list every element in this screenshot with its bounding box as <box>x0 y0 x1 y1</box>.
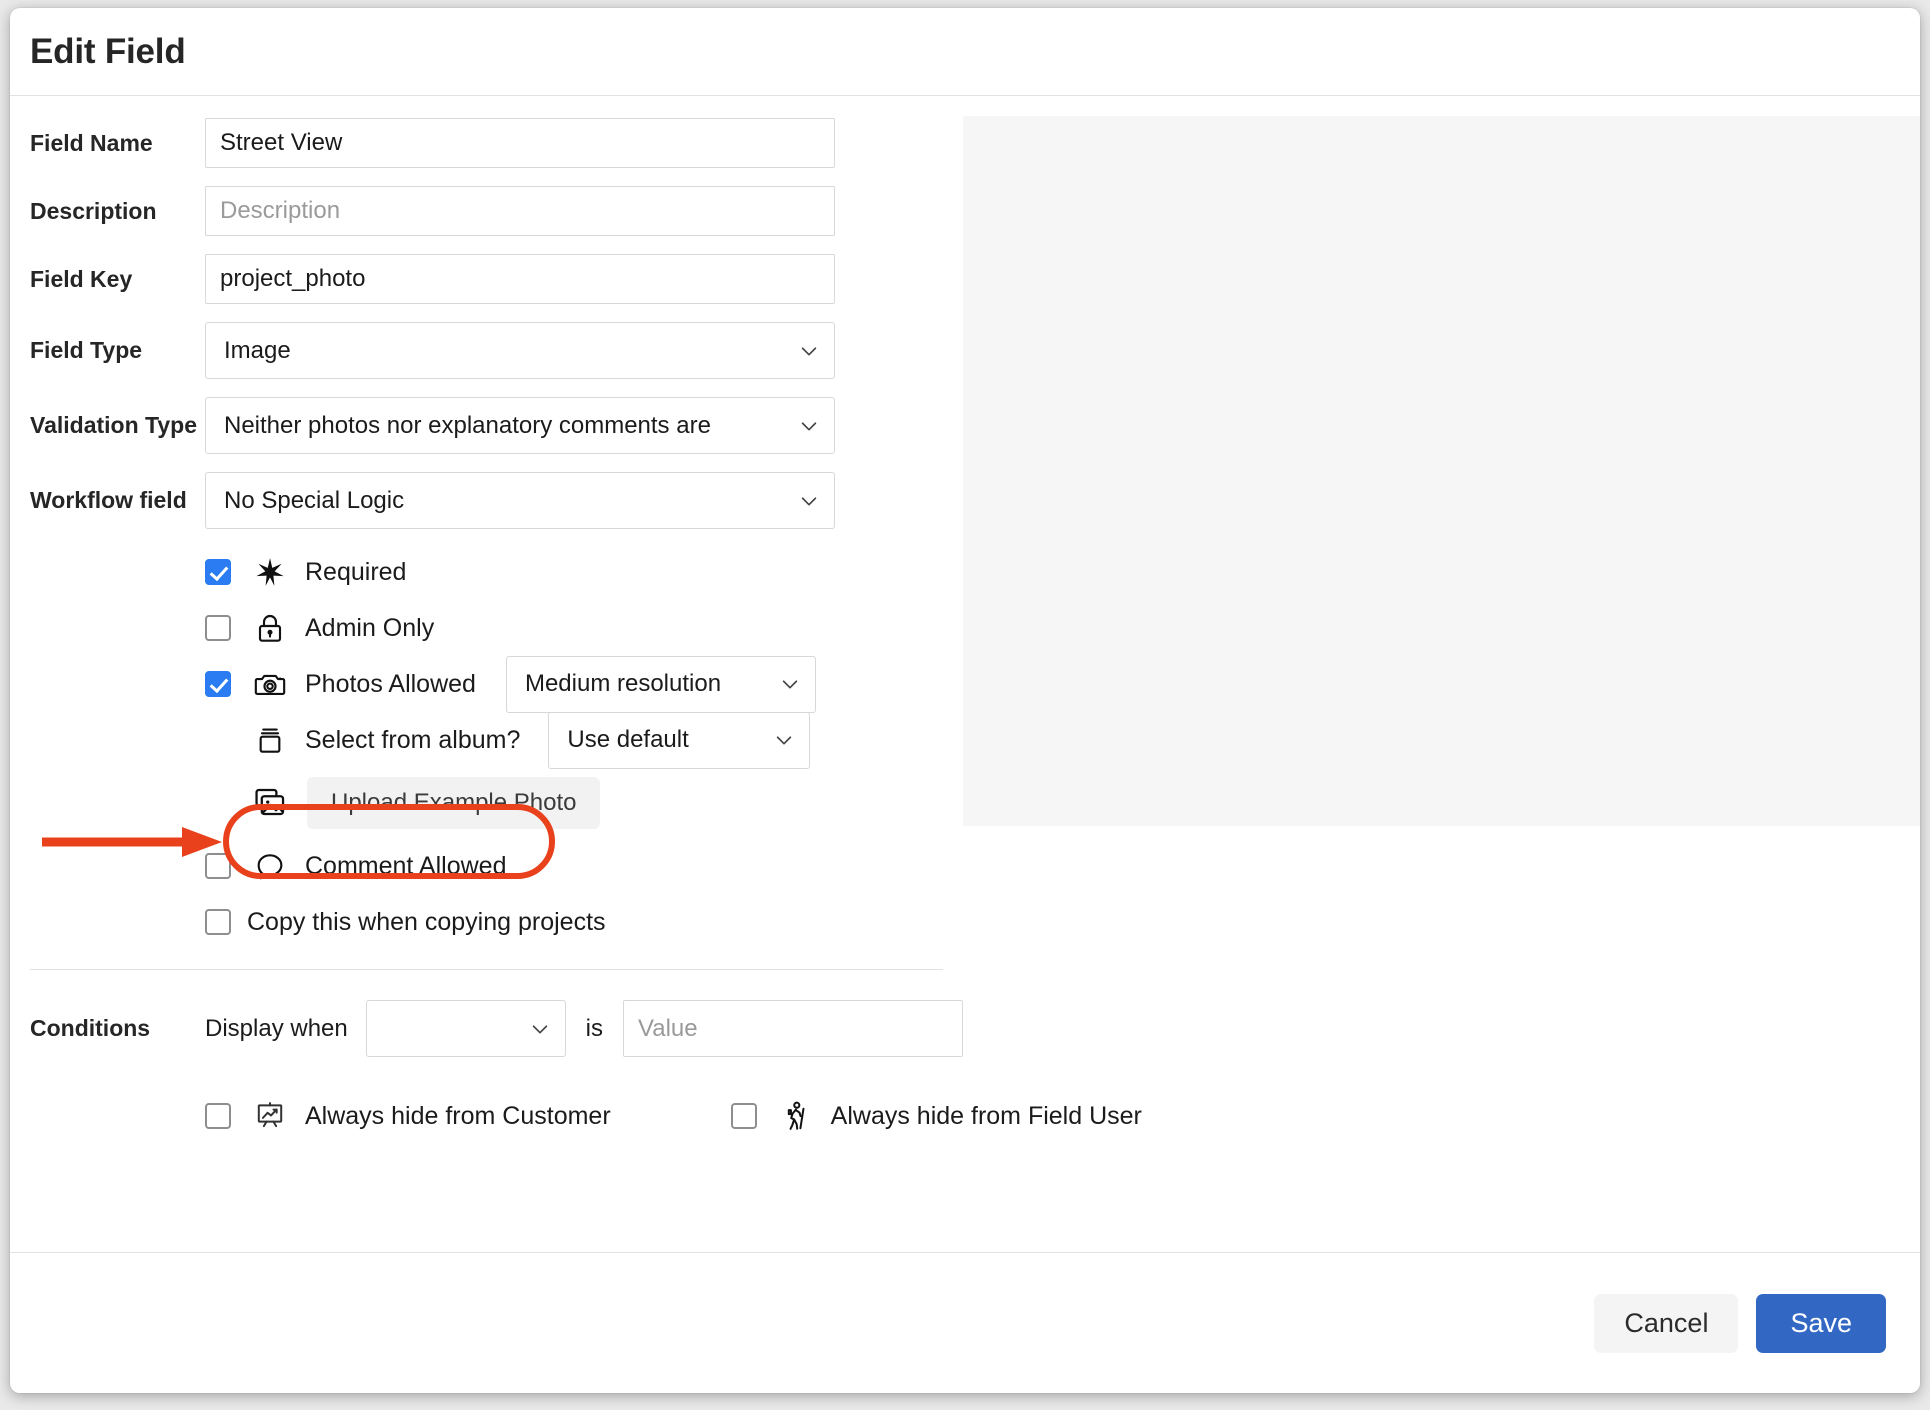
photo-resolution-select[interactable]: Medium resolution <box>505 655 816 713</box>
chevron-down-icon <box>798 340 820 362</box>
hide-from-field-user-checkbox[interactable] <box>730 1103 757 1129</box>
option-admin-only-row: Admin Only <box>30 603 963 653</box>
comment-icon <box>249 845 291 887</box>
select-from-album-value: Use default <box>567 726 689 753</box>
hide-from-customer-label: Always hide from Customer <box>305 1101 611 1130</box>
copy-projects-checkbox[interactable] <box>205 909 231 935</box>
chevron-down-icon <box>529 1018 551 1040</box>
hide-options-row: Always hide from Customer Always hide fr… <box>30 1095 1142 1137</box>
field-type-label: Field Type <box>30 337 143 363</box>
field-key-row: Field Key <box>10 254 963 304</box>
field-type-row: Field Type Image <box>10 322 963 379</box>
validation-type-select[interactable]: Neither photos nor explanatory comments … <box>205 397 835 454</box>
display-when-row: Conditions Display when is <box>30 1000 963 1057</box>
workflow-field-value: No Special Logic <box>224 486 405 514</box>
conditions-section: Conditions Display when is Value Always … <box>10 1000 1142 1137</box>
description-input[interactable] <box>205 186 835 236</box>
photo-resolution-value: Medium resolution <box>524 670 722 697</box>
copy-projects-label: Copy this when copying projects <box>247 907 606 936</box>
field-key-input[interactable] <box>205 254 835 304</box>
form-area: Field Name Description Field Key Field T… <box>10 96 1142 1137</box>
field-name-input[interactable] <box>205 118 835 168</box>
required-checkbox[interactable] <box>205 559 231 585</box>
cancel-button[interactable]: Cancel <box>1594 1293 1739 1353</box>
conditions-label: Conditions <box>30 1015 151 1041</box>
hiker-icon <box>775 1095 817 1137</box>
photos-allowed-label: Photos Allowed <box>305 669 476 698</box>
album-icon <box>249 719 291 761</box>
presentation-chart-icon <box>249 1095 291 1137</box>
edit-field-dialog: Edit Field Field Name Description Field … <box>10 8 1920 1393</box>
section-divider <box>30 969 943 970</box>
option-comment-allowed-row: Comment Allowed <box>30 841 963 891</box>
star-icon <box>249 551 291 593</box>
option-photos-allowed-row: Photos Allowed Medium resolution <box>30 655 963 713</box>
dialog-footer: Cancel Save <box>10 1252 1920 1393</box>
dialog-header: Edit Field <box>10 8 1920 96</box>
validation-type-label: Validation Type <box>30 412 197 438</box>
required-label: Required <box>305 557 407 586</box>
comment-allowed-checkbox[interactable] <box>205 853 231 879</box>
hide-from-customer-checkbox[interactable] <box>205 1103 231 1129</box>
workflow-field-row: Workflow field No Special Logic <box>10 472 963 529</box>
upload-example-photo-row: Upload Example Photo <box>30 771 963 835</box>
field-key-label: Field Key <box>30 265 133 292</box>
photos-icon <box>249 782 291 824</box>
hide-from-customer-group: Always hide from Customer <box>205 1095 611 1137</box>
workflow-field-label: Workflow field <box>30 487 187 513</box>
description-label: Description <box>30 197 157 224</box>
save-button[interactable]: Save <box>1756 1293 1886 1353</box>
admin-only-checkbox[interactable] <box>205 615 231 641</box>
validation-type-row: Validation Type Neither photos nor expla… <box>10 397 963 454</box>
admin-only-label: Admin Only <box>305 613 435 642</box>
page-title: Edit Field <box>30 31 186 71</box>
option-select-from-album-row: Select from album? Use default <box>30 711 963 769</box>
workflow-field-select[interactable]: No Special Logic <box>205 472 835 529</box>
display-when-label: Display when <box>205 1014 348 1042</box>
validation-type-value: Neither photos nor explanatory comments … <box>224 411 711 439</box>
field-name-row: Field Name <box>10 118 963 168</box>
display-when-select[interactable] <box>365 1000 566 1057</box>
photos-allowed-checkbox[interactable] <box>205 671 231 697</box>
chevron-down-icon <box>798 415 820 437</box>
option-required-row: Required <box>30 547 963 597</box>
field-type-select[interactable]: Image <box>205 322 835 379</box>
image-preview-panel <box>963 116 1920 826</box>
hide-from-field-user-group: Always hide from Field User <box>730 1095 1142 1137</box>
hide-from-field-user-label: Always hide from Field User <box>830 1101 1142 1130</box>
description-row: Description <box>10 186 963 236</box>
select-from-album-label: Select from album? <box>305 725 521 754</box>
select-from-album-select[interactable]: Use default <box>548 711 811 769</box>
comment-allowed-label: Comment Allowed <box>305 851 507 880</box>
option-copy-projects-row: Copy this when copying projects <box>30 897 963 947</box>
chevron-down-icon <box>798 490 820 512</box>
dialog-body: Field Name Description Field Key Field T… <box>10 96 1920 1251</box>
chevron-down-icon <box>773 729 795 751</box>
camera-icon <box>249 663 291 705</box>
condition-value-input[interactable] <box>623 1000 963 1057</box>
options-list: Required Admin Only Photos Allowed Mediu… <box>10 547 963 947</box>
chevron-down-icon <box>779 673 801 695</box>
field-name-label: Field Name <box>30 129 153 156</box>
is-label: is <box>585 1014 603 1042</box>
field-type-value: Image <box>224 336 291 364</box>
upload-example-photo-button[interactable]: Upload Example Photo <box>307 777 601 829</box>
lock-icon <box>249 607 291 649</box>
